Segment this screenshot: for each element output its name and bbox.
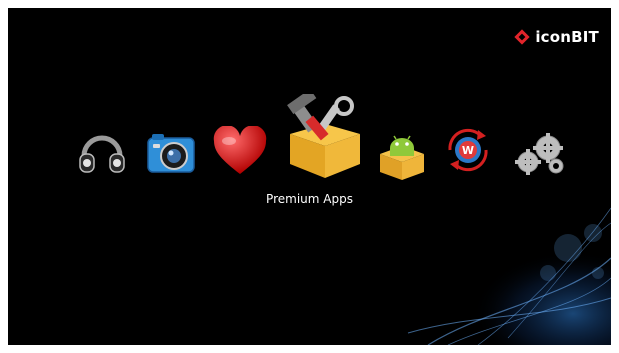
headphones-icon — [79, 135, 125, 173]
menu-item-settings[interactable] — [508, 132, 566, 178]
svg-text:W: W — [462, 144, 474, 157]
refresh-web-icon: W — [448, 128, 488, 172]
selected-item-label: Premium Apps — [266, 192, 353, 206]
brand-name: iconBIT — [535, 28, 599, 46]
heart-icon — [213, 126, 267, 174]
menu-item-premium-apps[interactable] — [284, 94, 366, 180]
gears-settings-icon — [515, 133, 564, 175]
menu-item-photos[interactable] — [144, 126, 198, 180]
brand-logo: iconBIT — [513, 28, 599, 46]
premium-apps-toolbox-icon — [287, 94, 360, 178]
android-box-icon — [380, 135, 424, 180]
menu-item-favorites[interactable] — [212, 126, 268, 178]
camera-icon — [147, 134, 195, 173]
menu-item-web[interactable]: W — [440, 122, 496, 178]
tv-home-screen: iconBIT W Premium Apps — [8, 8, 611, 345]
iconbit-diamond-icon — [514, 29, 530, 45]
app-menu-carousel: W — [76, 94, 566, 194]
menu-item-music[interactable] — [76, 126, 128, 178]
menu-item-android-apps[interactable] — [376, 128, 428, 182]
